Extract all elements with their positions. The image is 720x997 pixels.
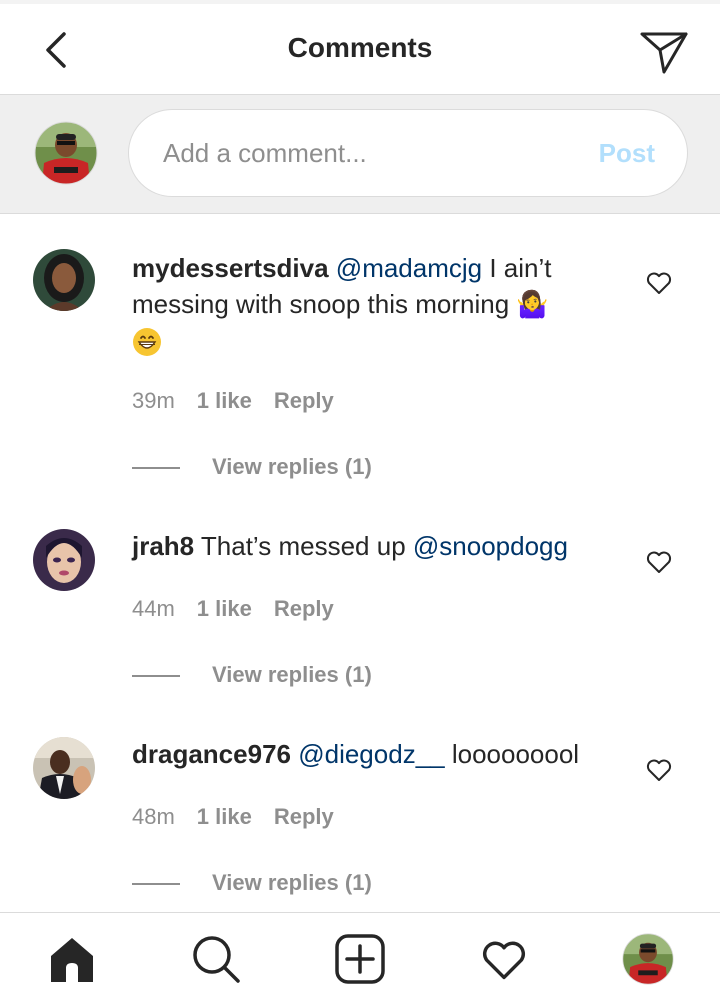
nav-activity[interactable] [478, 933, 530, 985]
avatar [34, 121, 98, 185]
comment-input[interactable]: Add a comment... Post [128, 109, 688, 197]
comment-likes[interactable]: 1 like [197, 388, 252, 413]
view-replies-label: View replies (1) [212, 870, 372, 895]
view-replies-button[interactable]: View replies (1) [132, 662, 372, 688]
avatar[interactable] [32, 528, 96, 592]
paper-plane-icon [640, 32, 688, 74]
comment-placeholder: Add a comment... [163, 138, 367, 168]
top-bar: Comments [0, 0, 720, 94]
comment-username[interactable]: mydessertsdiva [132, 253, 329, 283]
post-button[interactable]: Post [599, 138, 655, 169]
avatar[interactable] [32, 736, 96, 800]
comment-mention[interactable]: @madamcjg [336, 253, 482, 283]
replies-divider [132, 675, 180, 677]
comment-mention[interactable]: @diegodz__ [298, 739, 444, 769]
comment-mention[interactable]: @snoopdogg [413, 531, 568, 561]
search-icon [193, 936, 240, 983]
nav-home[interactable] [46, 933, 98, 985]
comment-composer: Add a comment... Post [0, 94, 720, 214]
like-button[interactable] [644, 547, 674, 577]
comment-meta: 39m 1 like Reply [132, 388, 356, 414]
reply-button[interactable]: Reply [274, 388, 334, 413]
comment-time: 39m [132, 388, 175, 413]
comment-meta: 48m 1 like Reply [132, 804, 356, 830]
activity-heart-icon [483, 941, 525, 980]
home-icon [51, 938, 93, 982]
comment-text: jrah8 That’s messed up @snoopdogg [132, 528, 622, 564]
heart-icon [646, 272, 672, 294]
comment-meta: 44m 1 like Reply [132, 596, 356, 622]
comment-time: 44m [132, 596, 175, 621]
comment-body: looooooool [444, 739, 580, 769]
nav-search[interactable] [190, 933, 242, 985]
reply-button[interactable]: Reply [274, 596, 334, 621]
reply-button[interactable]: Reply [274, 804, 334, 829]
heart-icon [646, 759, 672, 781]
replies-divider [132, 467, 180, 469]
like-button[interactable] [644, 268, 674, 298]
comments-list[interactable]: mydessertsdiva @madamcjg I ain’t messing… [0, 214, 720, 912]
comment-username[interactable]: jrah8 [132, 531, 194, 561]
bottom-nav [0, 912, 720, 997]
heart-icon [646, 551, 672, 573]
comment-likes[interactable]: 1 like [197, 804, 252, 829]
profile-avatar [622, 933, 674, 985]
avatar[interactable] [32, 248, 96, 312]
like-button[interactable] [644, 755, 674, 785]
replies-divider [132, 883, 180, 885]
new-post-icon [335, 934, 385, 984]
comment-likes[interactable]: 1 like [197, 596, 252, 621]
comment-body: That’s messed up [194, 531, 413, 561]
view-replies-label: View replies (1) [212, 662, 372, 687]
page-title: Comments [287, 32, 433, 63]
grinning-face-emoji-icon [133, 328, 161, 357]
comment-text: dragance976 @diegodz__ looooooool [132, 736, 622, 772]
view-replies-label: View replies (1) [212, 454, 372, 479]
comment-time: 48m [132, 804, 175, 829]
nav-new-post[interactable] [334, 933, 386, 985]
comment-username[interactable]: dragance976 [132, 739, 291, 769]
direct-message-button[interactable] [638, 26, 690, 78]
view-replies-button[interactable]: View replies (1) [132, 454, 372, 480]
comment-text: mydessertsdiva @madamcjg I ain’t messing… [132, 250, 622, 358]
view-replies-button[interactable]: View replies (1) [132, 870, 372, 896]
nav-profile[interactable] [622, 933, 674, 985]
